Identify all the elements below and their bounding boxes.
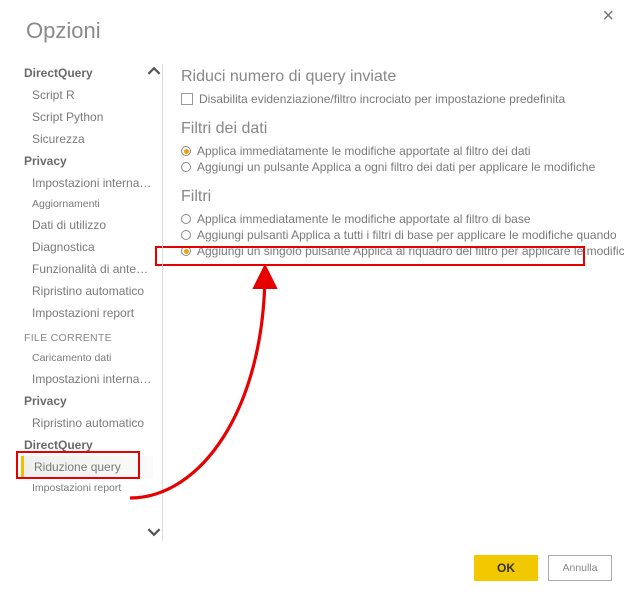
radio-label-data-1: Applica immediatamente le modifiche appo…	[197, 144, 531, 158]
sidebar-item-intl-file[interactable]: Impostazioni internazionali	[22, 368, 153, 390]
sidebar-item-aggiornamenti[interactable]: Aggiornamenti	[22, 194, 153, 214]
close-icon[interactable]: ×	[602, 6, 614, 26]
radio-data-applica-subito[interactable]	[181, 146, 191, 156]
main-panel: Riduci numero di query inviate Disabilit…	[153, 62, 624, 541]
radio-filtri-applica-subito[interactable]	[181, 214, 191, 224]
radio-filtri-aggiungi-tutti[interactable]	[181, 230, 191, 240]
radio-label-filtri-2: Aggiungi pulsanti Applica a tutti i filt…	[197, 228, 617, 242]
vertical-divider	[162, 64, 163, 541]
sidebar-item-ripristino-file[interactable]: Ripristino automatico	[22, 412, 153, 434]
sidebar: DirectQuery Script R Script Python Sicur…	[18, 62, 153, 541]
sidebar-item-diagnostica[interactable]: Diagnostica	[22, 236, 153, 258]
radio-label-data-2: Aggiungi un pulsante Applica a ogni filt…	[197, 160, 595, 174]
dialog-body: DirectQuery Script R Script Python Sicur…	[18, 62, 624, 541]
heading-filtri: Filtri	[181, 188, 624, 206]
sidebar-item-impostazioni-report[interactable]: Impostazioni report	[22, 302, 153, 324]
sidebar-item-dati-utilizzo[interactable]: Dati di utilizzo	[22, 214, 153, 236]
radio-data-aggiungi-pulsante[interactable]	[181, 162, 191, 172]
sidebar-section-file-corrente: FILE CORRENTE	[22, 324, 153, 348]
sidebar-item-anteprima[interactable]: Funzionalità di anteprima	[22, 258, 153, 280]
radio-label-filtri-3: Aggiungi un singolo pulsante Applica al …	[197, 244, 624, 258]
radio-filtri-aggiungi-singolo[interactable]	[181, 246, 191, 256]
sidebar-item-script-r[interactable]: Script R	[22, 84, 153, 106]
checkbox-disabilita-evidenziazione[interactable]	[181, 93, 193, 105]
radio-label-filtri-1: Applica immediatamente le modifiche appo…	[197, 212, 531, 226]
sidebar-heading-privacy-file[interactable]: Privacy	[22, 390, 153, 412]
heading-riduci-query: Riduci numero di query inviate	[181, 68, 624, 86]
sidebar-item-caricamento-dati[interactable]: Caricamento dati	[22, 348, 153, 368]
sidebar-item-intl[interactable]: Impostazioni internazionali	[22, 172, 153, 194]
checkbox-label-disabilita: Disabilita evidenziazione/filtro incroci…	[199, 92, 565, 106]
sidebar-item-ripristino[interactable]: Ripristino automatico	[22, 280, 153, 302]
sidebar-item-impostazioni-report-file[interactable]: Impostazioni report	[22, 478, 153, 498]
heading-filtri-dati: Filtri dei dati	[181, 120, 624, 138]
sidebar-item-script-python[interactable]: Script Python	[22, 106, 153, 128]
sidebar-heading-privacy[interactable]: Privacy	[22, 150, 153, 172]
dialog-title: Opzioni	[26, 18, 101, 44]
cancel-button[interactable]: Annulla	[548, 555, 612, 581]
sidebar-heading-directquery[interactable]: DirectQuery	[22, 62, 153, 84]
ok-button[interactable]: OK	[474, 555, 538, 581]
sidebar-heading-directquery-file[interactable]: DirectQuery	[22, 434, 153, 456]
sidebar-item-riduzione-query[interactable]: Riduzione query	[21, 456, 153, 478]
sidebar-item-sicurezza[interactable]: Sicurezza	[22, 128, 153, 150]
dialog-buttons: OK Annulla	[474, 555, 612, 581]
